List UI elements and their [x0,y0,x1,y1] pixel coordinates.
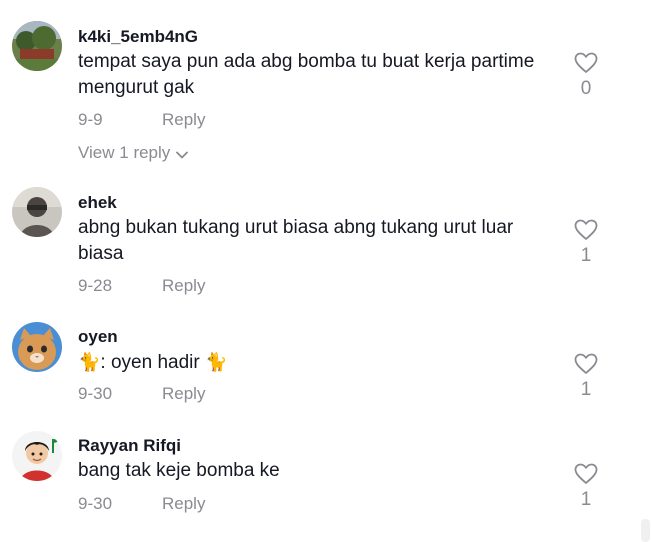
like-count: 1 [580,489,592,510]
reply-button[interactable]: Reply [162,384,205,404]
like-count: 0 [580,78,592,99]
view-replies-button[interactable]: View 1 reply [78,143,189,164]
comment-date: 9-28 [78,276,113,295]
like-button[interactable]: 1 [568,463,604,511]
comments-list: k4ki_5emb4nG tempat saya pun ada abg bom… [0,0,652,542]
scrollbar[interactable] [641,519,650,542]
comment-date: 9-9 [78,110,103,129]
comment-text: bang tak keje bomba ke [78,460,280,481]
comment-date: 9-30 [78,494,113,513]
heart-outline-icon [574,219,598,240]
like-button[interactable]: 1 [568,353,604,401]
cat-emoji: 🐈 [78,352,101,372]
reply-button[interactable]: Reply [162,276,205,296]
view-replies-label: View 1 reply [78,143,171,162]
comment-meta: 9-28 Reply [78,276,205,296]
heart-outline-icon [574,463,598,484]
avatar[interactable] [12,431,62,481]
avatar-image [12,21,62,71]
comment-text-main: : oyen hadir [100,352,205,373]
username[interactable]: Rayyan Rifqi [78,436,181,456]
comment-text: abng bukan tukang urut biasa abng tukang… [78,217,514,264]
like-button[interactable]: 0 [568,52,604,100]
avatar[interactable] [12,21,62,71]
heart-outline-icon [574,52,598,73]
avatar-image [12,187,62,237]
reply-button[interactable]: Reply [162,110,205,130]
reply-button[interactable]: Reply [162,494,205,514]
like-count: 1 [580,379,592,400]
username[interactable]: oyen [78,327,118,347]
username[interactable]: k4ki_5emb4nG [78,27,198,47]
comment-meta: 9-9 Reply [78,110,205,130]
cat-emoji: 🐈 [205,352,228,372]
comment-text: tempat saya pun ada abg bomba tu buat ke… [78,51,535,98]
heart-outline-icon [574,353,598,374]
avatar[interactable] [12,322,62,372]
chevron-down-icon [176,144,189,164]
comment-text: 🐈: oyen hadir 🐈 [78,349,538,376]
like-count: 1 [580,245,592,266]
comment-meta: 9-30 Reply [78,384,205,404]
avatar-image [12,322,62,372]
avatar-image [12,431,62,481]
username[interactable]: ehek [78,193,117,213]
comment-date: 9-30 [78,384,113,403]
like-button[interactable]: 1 [568,219,604,267]
avatar[interactable] [12,187,62,237]
comment-meta: 9-30 Reply [78,494,205,514]
